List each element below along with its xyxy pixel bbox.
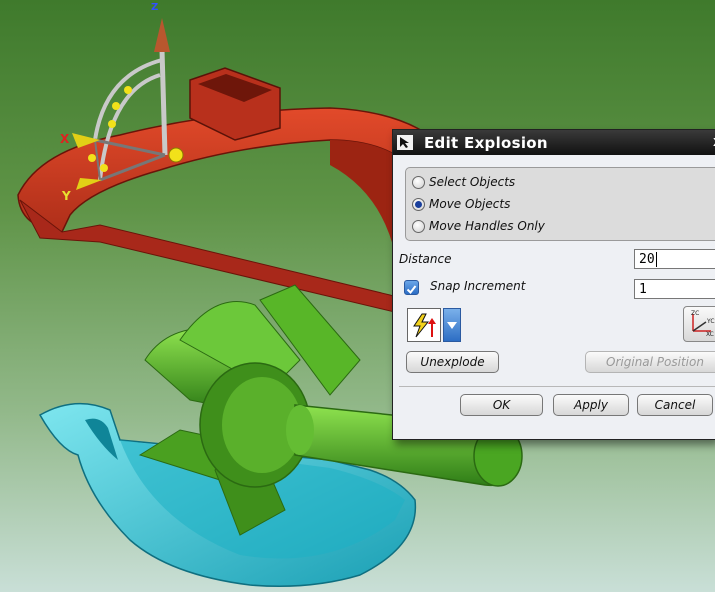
radio-move-objects[interactable]: Move Objects	[412, 193, 510, 215]
cancel-button[interactable]: Cancel	[637, 394, 713, 416]
csys-button[interactable]: ZC YC XC	[683, 306, 715, 342]
ok-button[interactable]: OK	[460, 394, 543, 416]
vector-lightning-icon	[413, 313, 436, 338]
radio-button[interactable]	[412, 175, 425, 189]
radio-button[interactable]	[412, 197, 425, 211]
distance-input[interactable]: 20	[634, 249, 715, 269]
checkmark-icon	[406, 285, 417, 295]
snap-increment-input[interactable]: 1	[634, 279, 715, 299]
arrow-cursor-icon	[397, 135, 413, 150]
unexplode-button[interactable]: Unexplode	[406, 351, 499, 373]
svg-text:YC: YC	[706, 318, 715, 325]
original-position-button: Original Position	[585, 351, 715, 373]
distance-label: Distance	[399, 252, 452, 266]
mode-radio-group: Select Objects Move Objects Move Handles…	[405, 167, 715, 241]
distance-value: 20	[639, 252, 655, 267]
radio-label: Select Objects	[429, 175, 516, 189]
triad-x-label: X	[60, 132, 70, 146]
dialog-titlebar[interactable]: Edit Explosion x	[393, 130, 715, 155]
apply-button[interactable]: Apply	[553, 394, 629, 416]
chevron-down-icon	[447, 322, 457, 329]
svg-text:XC: XC	[706, 331, 714, 338]
vector-tool-button[interactable]	[407, 308, 441, 342]
dialog-title: Edit Explosion	[424, 134, 548, 152]
radio-select-objects[interactable]: Select Objects	[412, 171, 515, 193]
footer-separator	[399, 386, 715, 387]
radio-label: Move Objects	[429, 197, 511, 211]
edit-explosion-dialog: Edit Explosion x Select Objects Move Obj…	[392, 129, 715, 440]
svg-text:ZC: ZC	[691, 310, 699, 317]
radio-button[interactable]	[412, 219, 425, 233]
vector-dropdown-button[interactable]	[443, 308, 461, 342]
triad-z-label: Z	[151, 2, 158, 13]
csys-axes-icon: ZC YC XC	[691, 310, 715, 338]
snap-increment-checkbox[interactable]	[404, 280, 419, 295]
radio-label: Move Handles Only	[429, 219, 545, 233]
radio-move-handles-only[interactable]: Move Handles Only	[412, 215, 545, 237]
triad-y-label: Y	[61, 189, 71, 203]
snap-increment-value: 1	[639, 282, 647, 297]
snap-increment-label: Snap Increment	[430, 279, 526, 293]
